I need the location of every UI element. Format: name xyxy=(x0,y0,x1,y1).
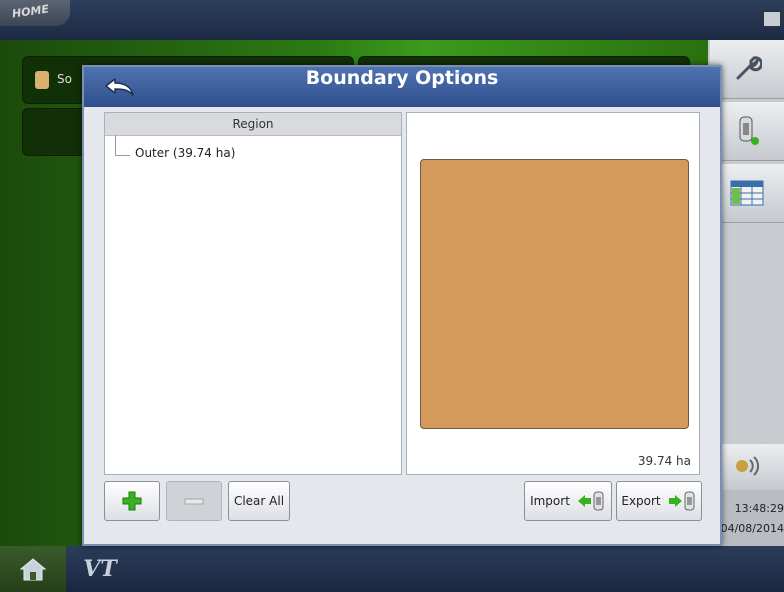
back-button[interactable] xyxy=(98,73,142,101)
gps-icon xyxy=(736,456,760,476)
top-bar: HOME xyxy=(0,0,784,40)
minus-icon xyxy=(184,498,204,505)
time-label: 13:48:29 xyxy=(734,502,784,515)
table-icon xyxy=(730,180,764,206)
export-icon xyxy=(668,491,695,511)
clear-all-button[interactable]: Clear All xyxy=(228,481,290,521)
operator-icon xyxy=(35,71,49,89)
bottom-bar: VT xyxy=(0,546,784,592)
plus-icon xyxy=(122,491,142,511)
region-column-header: Region xyxy=(105,113,401,136)
tree-connector xyxy=(115,135,130,156)
home-icon xyxy=(19,558,47,581)
field-boundary-shape xyxy=(420,159,689,429)
import-label: Import xyxy=(530,494,570,508)
area-label: 39.74 ha xyxy=(637,454,691,468)
vt-button[interactable]: VT xyxy=(70,546,130,592)
import-icon xyxy=(577,491,604,511)
wrench-icon xyxy=(736,56,762,80)
clear-all-label: Clear All xyxy=(233,494,285,508)
region-item-label: Outer (39.74 ha) xyxy=(135,146,236,160)
region-item-outer[interactable]: Outer (39.74 ha) xyxy=(115,135,236,163)
screen-icon[interactable] xyxy=(762,10,782,28)
dialog-title-bar: Boundary Options xyxy=(84,67,720,107)
back-arrow-icon xyxy=(105,78,134,96)
boundary-preview: 39.74 ha xyxy=(406,112,700,475)
remove-region-button[interactable] xyxy=(166,481,222,521)
implement-icon xyxy=(739,116,759,145)
export-button[interactable]: Export xyxy=(616,481,702,521)
add-region-button[interactable] xyxy=(104,481,160,521)
region-list[interactable]: Region Outer (39.74 ha) xyxy=(104,112,402,475)
logo-text: HOME xyxy=(11,2,50,21)
boundary-options-dialog: Boundary Options Region Outer (39.74 ha)… xyxy=(82,65,722,546)
dialog-title: Boundary Options xyxy=(305,67,499,89)
export-label: Export xyxy=(621,494,661,508)
logo-tab[interactable]: HOME xyxy=(0,0,70,26)
import-button[interactable]: Import xyxy=(524,481,612,521)
home-button[interactable] xyxy=(0,546,66,592)
date-label: 04/08/2014 xyxy=(720,522,784,535)
background-card-label: So xyxy=(57,72,72,86)
